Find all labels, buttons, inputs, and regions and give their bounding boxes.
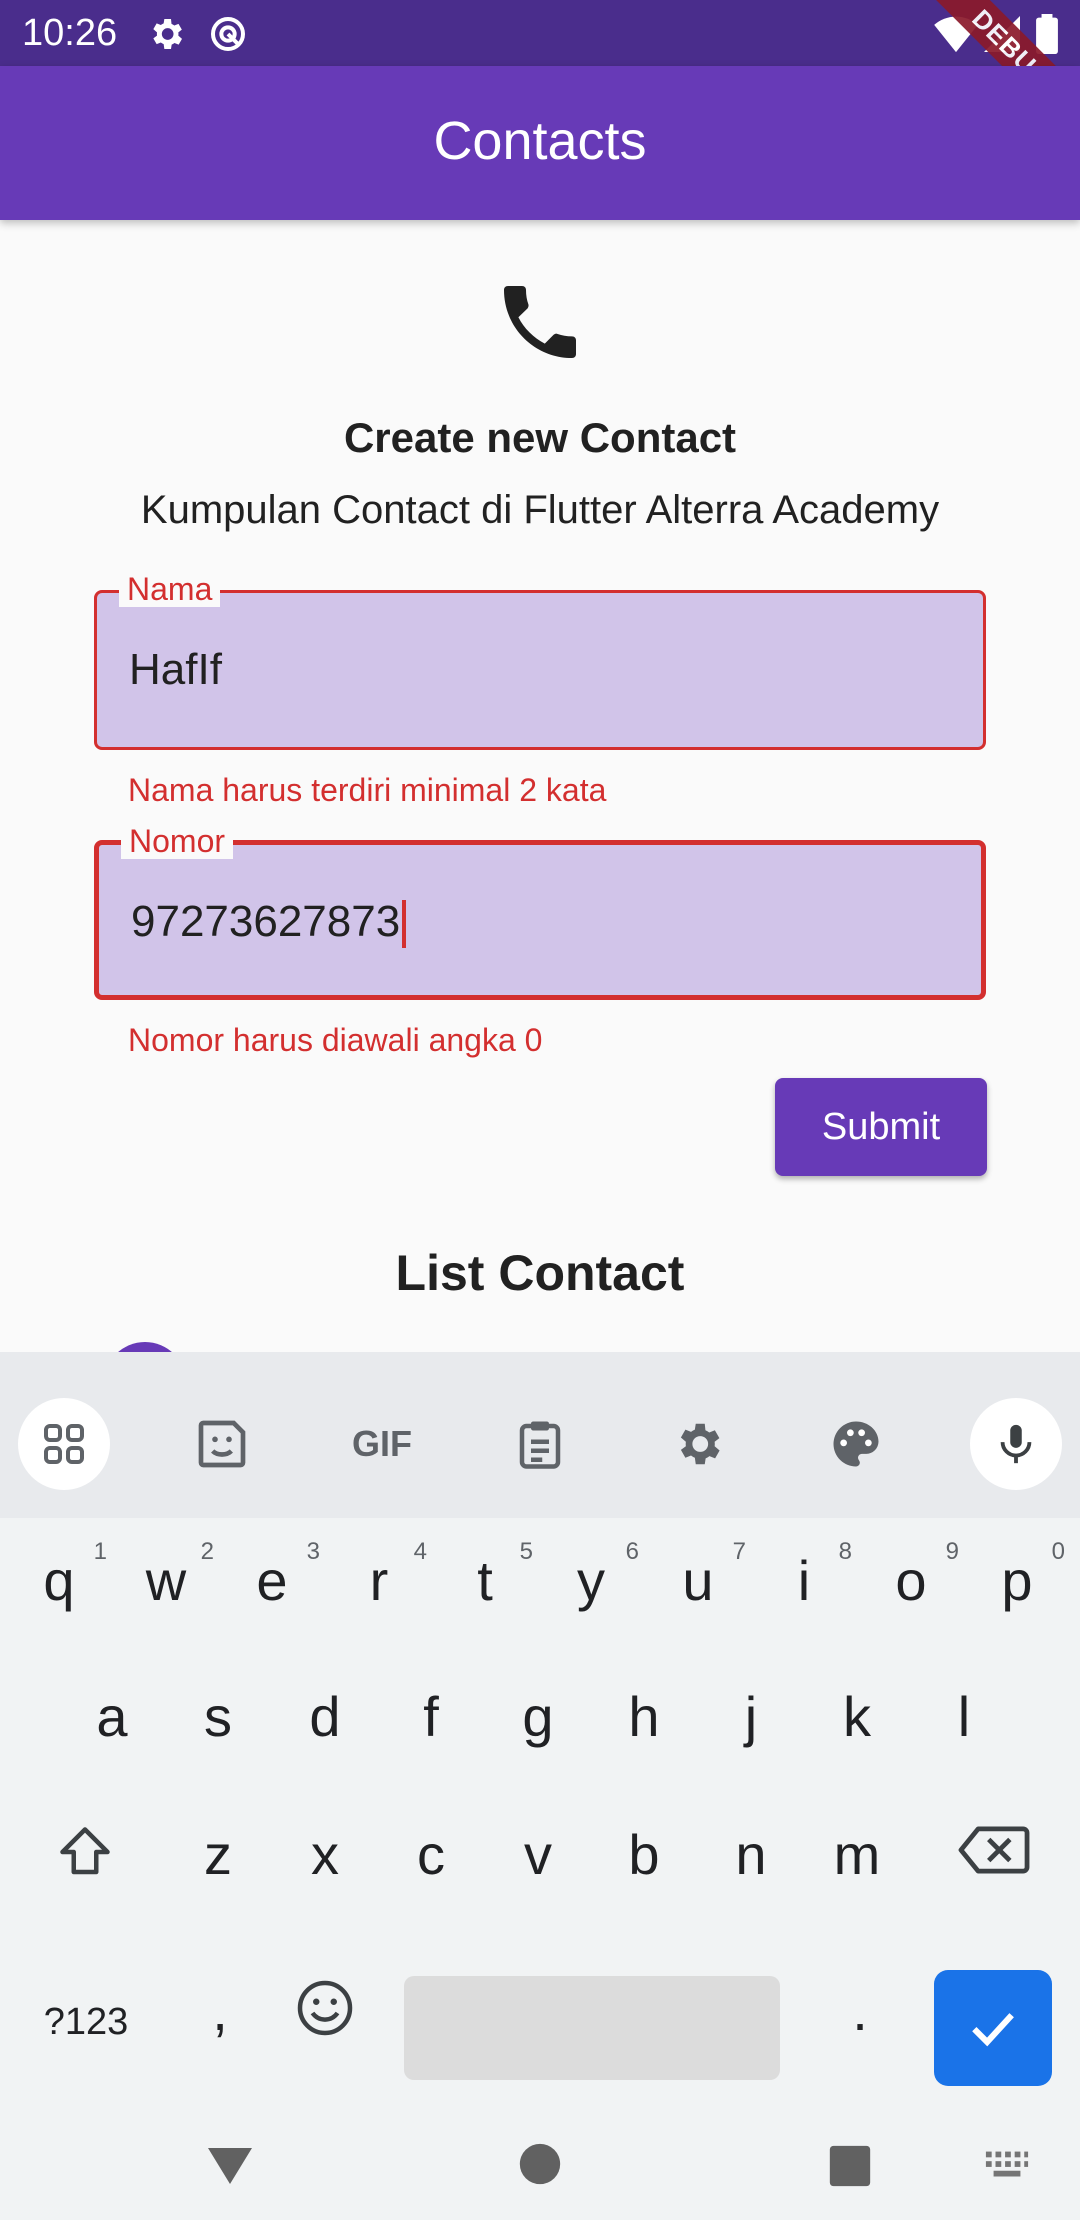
- key-i[interactable]: i8: [754, 1538, 854, 1613]
- name-field-value: HafIf: [129, 645, 222, 694]
- soft-keyboard: GIF q1 w2 e3 r4 t5 y6 u7 i8 o9 p0 a s d …: [0, 1352, 1080, 2138]
- backspace-key[interactable]: [944, 1822, 1044, 1892]
- form-subheading: Kumpulan Contact di Flutter Alterra Acad…: [140, 488, 940, 532]
- data-saver-icon: [211, 17, 245, 51]
- key-v[interactable]: v: [488, 1822, 588, 1887]
- back-icon[interactable]: [206, 2144, 254, 2188]
- settings-status-icon: [153, 19, 182, 49]
- key-m[interactable]: m: [807, 1822, 907, 1887]
- space-bar[interactable]: [404, 1976, 780, 2080]
- check-icon: [972, 2013, 1014, 2047]
- emoji-icon: [297, 1980, 353, 2036]
- comma-key[interactable]: ,: [170, 1978, 270, 2043]
- text-cursor: [402, 900, 407, 949]
- name-field[interactable]: Nama HafIf: [94, 571, 986, 750]
- key-t[interactable]: t5: [435, 1538, 535, 1613]
- shift-icon: [60, 1827, 110, 1875]
- key-o[interactable]: o9: [861, 1538, 961, 1613]
- key-r[interactable]: r4: [329, 1538, 429, 1613]
- key-c[interactable]: c: [381, 1822, 481, 1887]
- key-y[interactable]: y6: [541, 1538, 641, 1613]
- form-heading: Create new Contact: [343, 414, 737, 461]
- number-field-value: 97273627873: [131, 897, 401, 946]
- key-x[interactable]: x: [275, 1822, 375, 1887]
- sticker-icon[interactable]: [176, 1398, 268, 1490]
- key-s[interactable]: s: [168, 1684, 268, 1749]
- settings-icon[interactable]: [652, 1398, 744, 1490]
- name-field-label: Nama: [119, 571, 221, 607]
- backspace-icon: [958, 1826, 1030, 1874]
- keyboard-switch-icon[interactable]: [984, 2148, 1030, 2182]
- enter-key[interactable]: [934, 1970, 1052, 2086]
- status-time: 10:26: [22, 12, 118, 54]
- key-d[interactable]: d: [275, 1684, 375, 1749]
- list-heading: List Contact: [395, 1245, 685, 1301]
- key-w[interactable]: w2: [116, 1538, 216, 1613]
- key-j[interactable]: j: [701, 1684, 801, 1749]
- key-u[interactable]: u7: [648, 1538, 748, 1613]
- home-icon[interactable]: [518, 2142, 562, 2186]
- app-bar-title: Contacts: [433, 111, 647, 171]
- app-bar: Contacts: [0, 66, 1080, 220]
- symbols-key[interactable]: ?123: [24, 1980, 148, 2064]
- number-field[interactable]: Nomor 97273627873: [94, 823, 986, 1000]
- key-a[interactable]: a: [62, 1684, 162, 1749]
- status-bar: 10:26 DEBUG: [0, 0, 1080, 155]
- emoji-key[interactable]: [275, 1978, 375, 2062]
- navigation-bar: [0, 2138, 1080, 2220]
- key-f[interactable]: f: [381, 1684, 481, 1749]
- gif-icon[interactable]: GIF: [336, 1398, 428, 1490]
- key-z[interactable]: z: [168, 1822, 268, 1887]
- number-field-label: Nomor: [121, 823, 234, 859]
- key-k[interactable]: k: [807, 1684, 907, 1749]
- number-field-value-wrap: 97273627873: [131, 897, 407, 949]
- key-g[interactable]: g: [488, 1684, 588, 1749]
- recents-icon[interactable]: [828, 2144, 872, 2188]
- number-error: Nomor harus diawali angka 0: [128, 1022, 543, 1058]
- mic-icon[interactable]: [970, 1398, 1062, 1490]
- key-p[interactable]: p0: [967, 1538, 1067, 1613]
- key-q[interactable]: q1: [9, 1538, 109, 1613]
- keyboard-toolbar: GIF: [0, 1352, 1080, 1518]
- submit-button[interactable]: Submit: [775, 1078, 987, 1176]
- clipboard-icon[interactable]: [494, 1398, 586, 1490]
- key-l[interactable]: l: [914, 1684, 1014, 1749]
- phone-icon: [504, 286, 576, 358]
- battery-icon: [1036, 14, 1058, 54]
- palette-icon[interactable]: [810, 1398, 902, 1490]
- apps-grid-icon[interactable]: [18, 1398, 110, 1490]
- key-n[interactable]: n: [701, 1822, 801, 1887]
- key-b[interactable]: b: [594, 1822, 694, 1887]
- key-h[interactable]: h: [594, 1684, 694, 1749]
- name-error: Nama harus terdiri minimal 2 kata: [128, 772, 607, 808]
- shift-key[interactable]: [35, 1822, 135, 1892]
- period-key[interactable]: .: [810, 1978, 910, 2043]
- key-e[interactable]: e3: [222, 1538, 322, 1613]
